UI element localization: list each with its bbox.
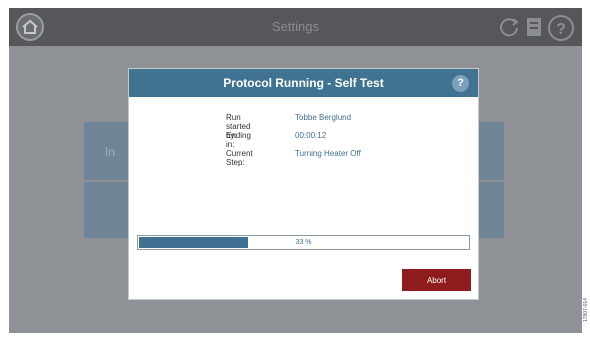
progress-bar: 33 % <box>137 235 470 250</box>
current-step-value: Turning Heater Off <box>295 149 361 158</box>
svg-text:?: ? <box>556 21 566 38</box>
document-icon[interactable] <box>526 17 542 37</box>
abort-button[interactable]: Abort <box>402 269 471 291</box>
ending-in-value: 00:00:12 <box>295 131 327 140</box>
device-screen: Settings ? In Protocol Running - Self Te… <box>9 8 582 333</box>
ending-in-label: Ending in: <box>226 131 251 149</box>
progress-text: 33 % <box>295 239 312 246</box>
dialog-header: Protocol Running - Self Test ? <box>129 69 478 97</box>
top-bar: Settings ? <box>9 8 582 46</box>
dialog-help-icon[interactable]: ? <box>452 75 469 92</box>
help-icon[interactable]: ? <box>547 14 575 42</box>
protocol-running-dialog: Protocol Running - Self Test ? Run start… <box>129 69 478 299</box>
current-step-label: Current Step: <box>226 149 253 167</box>
background-panel-label: In <box>105 145 116 159</box>
refresh-icon[interactable] <box>496 14 522 40</box>
figure-number: 17807-014 <box>583 298 589 322</box>
run-started-by-value: Tobbe Berglund <box>295 113 352 122</box>
dialog-title: Protocol Running - Self Test <box>223 76 384 90</box>
